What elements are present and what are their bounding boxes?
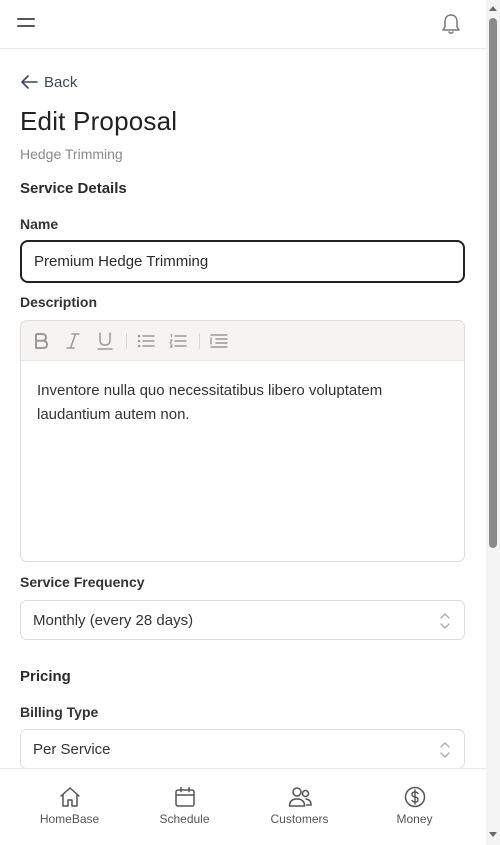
nav-label: Customers (270, 812, 329, 826)
arrow-left-icon (21, 75, 38, 89)
scroll-down-arrow-icon[interactable] (489, 832, 497, 837)
toolbar-divider (199, 333, 200, 349)
service-frequency-value: Monthly (every 28 days) (33, 611, 194, 629)
scrollbar-thumb[interactable] (489, 18, 497, 548)
users-icon (288, 787, 312, 807)
nav-item-money[interactable]: Money (357, 769, 472, 845)
section-title-pricing: Pricing (20, 668, 71, 685)
page-subtitle: Hedge Trimming (20, 146, 123, 162)
select-chevron-icon (440, 613, 450, 629)
bottom-nav: HomeBase Schedule Customers Money (0, 768, 486, 845)
back-link[interactable]: Back (20, 71, 77, 93)
page-title: Edit Proposal (20, 106, 178, 136)
bell-icon[interactable] (440, 12, 462, 36)
section-title-service-details: Service Details (20, 180, 127, 197)
toolbar-divider (126, 333, 127, 349)
nav-label: Schedule (159, 812, 210, 826)
calendar-icon (174, 786, 195, 807)
service-frequency-label: Service Frequency (20, 574, 145, 590)
scroll-up-arrow-icon[interactable] (489, 6, 497, 11)
nav-label: Money (396, 812, 433, 826)
description-text[interactable]: Inventore nulla quo necessitatibus liber… (21, 361, 464, 445)
nav-item-homebase[interactable]: HomeBase (12, 769, 127, 845)
scrollbar[interactable] (486, 0, 500, 845)
hamburger-menu-icon[interactable] (17, 16, 35, 30)
underline-icon[interactable] (93, 329, 117, 353)
bold-icon[interactable] (29, 329, 53, 353)
select-chevron-icon (440, 742, 450, 758)
italic-icon[interactable] (61, 329, 85, 353)
indent-icon[interactable] (207, 329, 231, 353)
editor-toolbar (21, 321, 464, 361)
bullet-list-icon[interactable] (134, 329, 158, 353)
billing-type-label: Billing Type (20, 704, 99, 720)
billing-type-select[interactable]: Per Service (20, 729, 465, 769)
home-icon (59, 787, 80, 807)
description-label: Description (20, 294, 98, 310)
billing-type-value: Per Service (33, 740, 111, 758)
service-frequency-select[interactable]: Monthly (every 28 days) (20, 600, 465, 640)
description-editor[interactable]: Inventore nulla quo necessitatibus liber… (20, 320, 465, 562)
nav-item-schedule[interactable]: Schedule (127, 769, 242, 845)
name-input[interactable] (20, 240, 465, 283)
top-bar (0, 0, 486, 49)
numbered-list-icon[interactable] (166, 329, 190, 353)
name-label: Name (20, 216, 59, 232)
nav-item-customers[interactable]: Customers (242, 769, 357, 845)
back-label: Back (44, 73, 78, 91)
dollar-circle-icon (404, 786, 425, 808)
nav-label: HomeBase (39, 812, 100, 826)
